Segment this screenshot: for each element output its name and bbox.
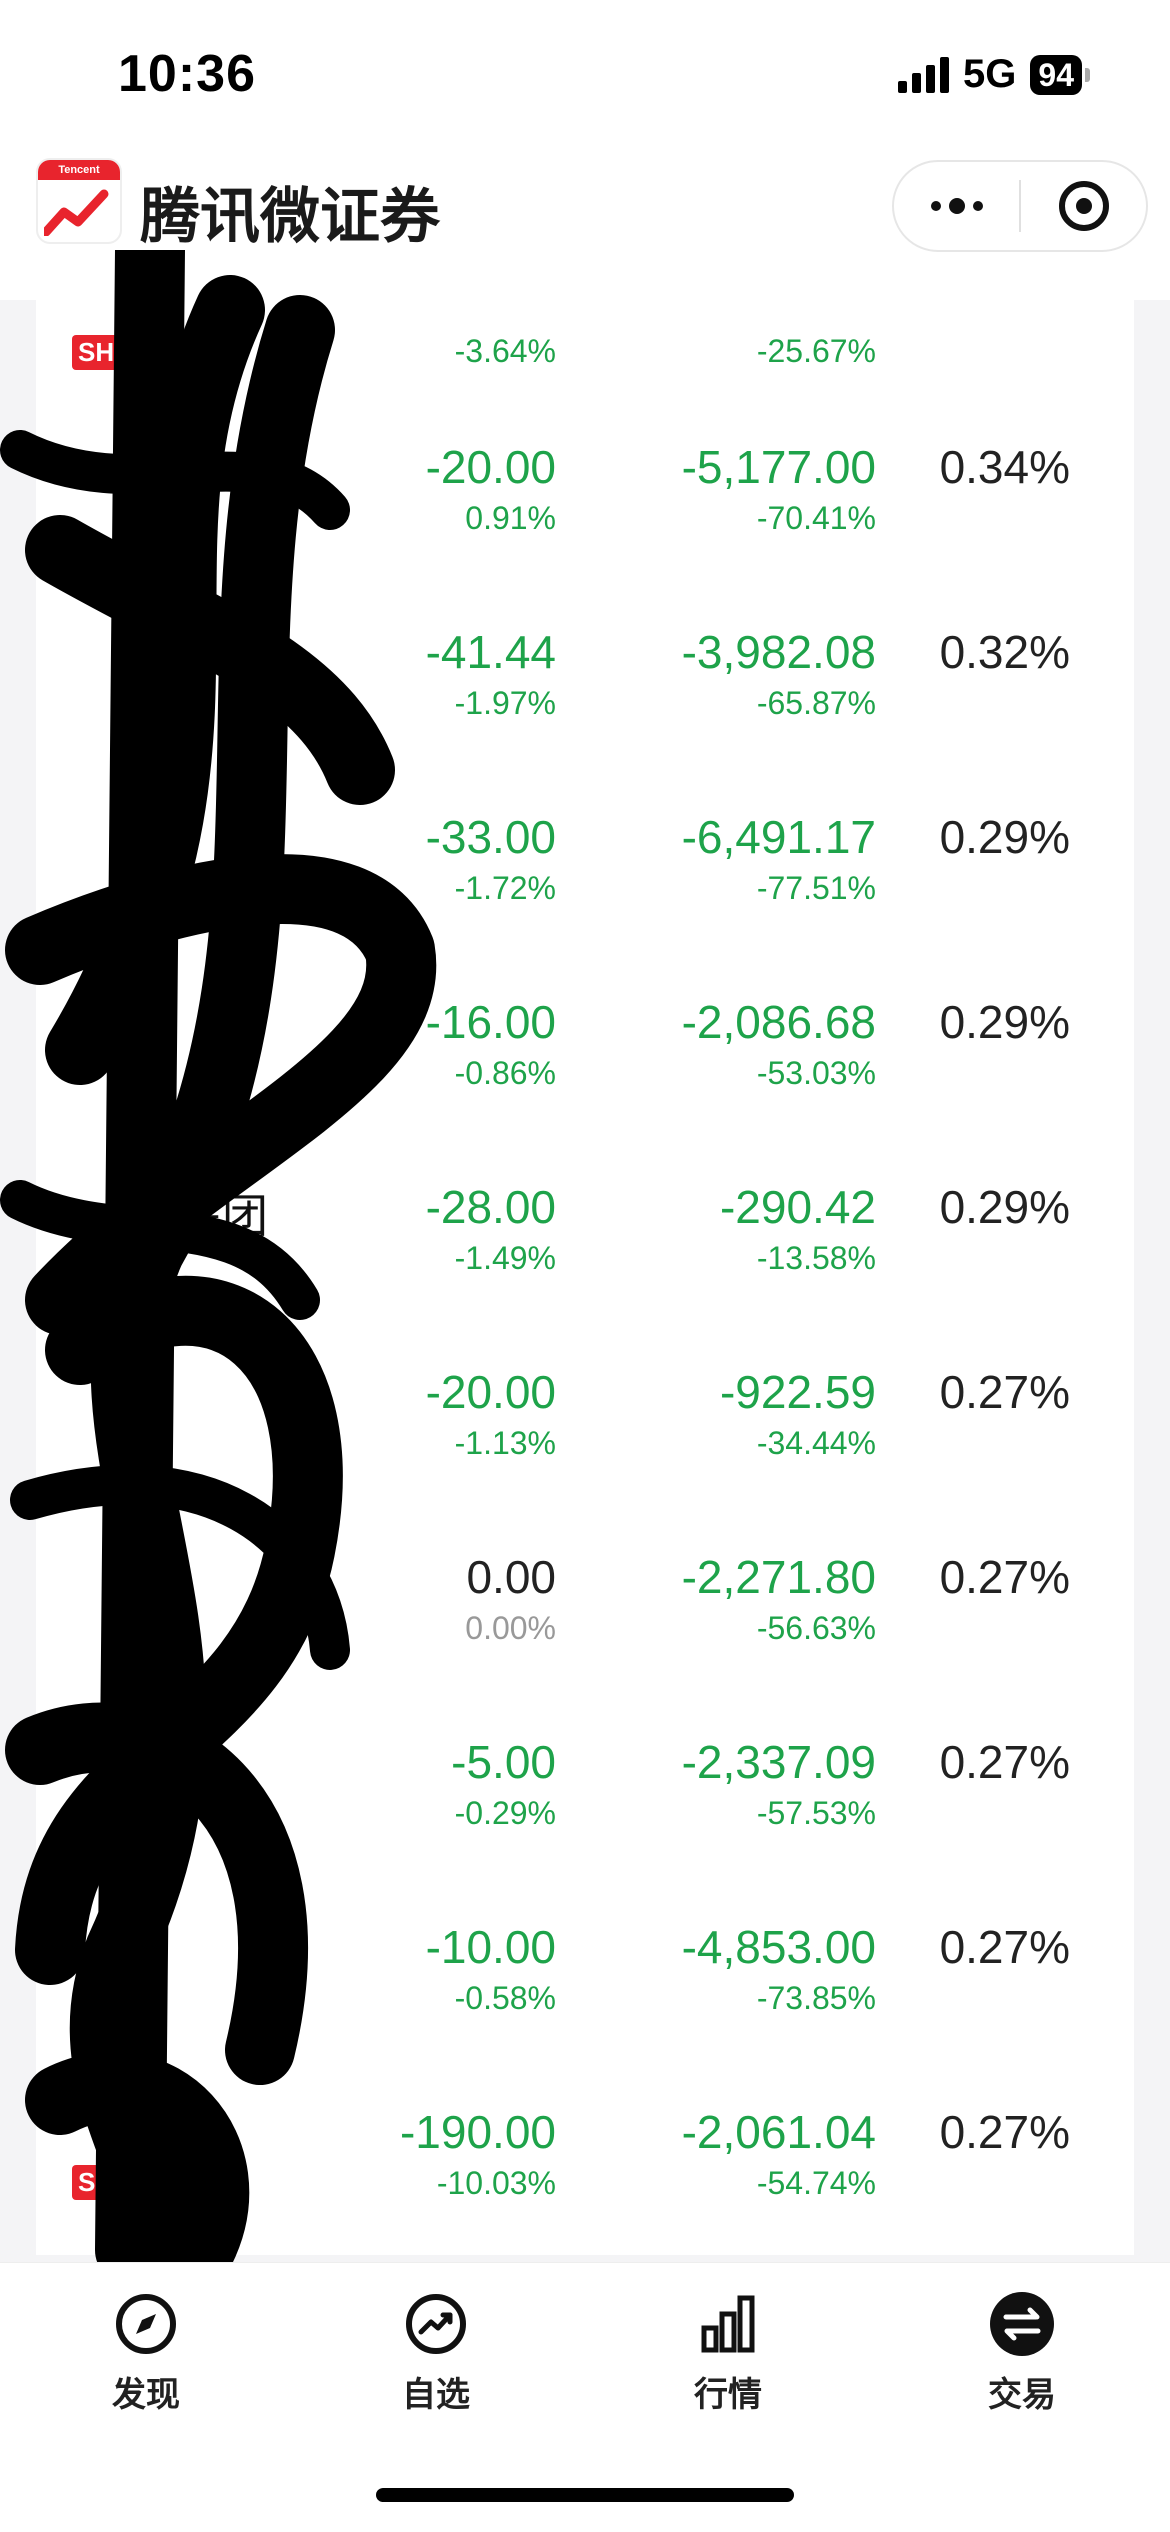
tab-label: 自选 bbox=[402, 2376, 470, 2414]
position-pnl-pct: -73.85% bbox=[756, 1980, 876, 2016]
miniprogram-capsule bbox=[892, 160, 1148, 252]
position-weight: 0.29% bbox=[939, 1181, 1070, 1233]
position-pnl: -2,061.04 bbox=[681, 2106, 876, 2158]
market-badge: SH bbox=[72, 335, 121, 370]
list-item[interactable]: SH -3.64% -25.67% bbox=[36, 300, 1134, 370]
price-change-pct: -1.13% bbox=[454, 1425, 556, 1461]
list-item[interactable]: -41.44 -1.97% -3,982.08 -65.87% 0.32% bbox=[36, 625, 1134, 810]
list-item[interactable]: -16.00 -0.86% -2,086.68 -53.03% 0.29% bbox=[36, 995, 1134, 1180]
tab-market[interactable]: 行情 bbox=[658, 2289, 798, 2416]
price-change-pct: -0.29% bbox=[454, 1795, 556, 1831]
stock-name: 达 bbox=[118, 1375, 164, 1427]
battery-level: 94 bbox=[1030, 54, 1082, 95]
status-bar: 10:36 5G 94 bbox=[0, 0, 1170, 150]
tab-label: 行情 bbox=[694, 2376, 762, 2414]
position-weight: 0.34% bbox=[939, 441, 1070, 493]
close-miniprogram-button[interactable] bbox=[1021, 162, 1146, 250]
price-change: -20.00 bbox=[425, 1366, 556, 1418]
position-weight: 0.27% bbox=[939, 1366, 1070, 1418]
signal-icon bbox=[898, 56, 950, 93]
position-pnl-pct: -77.51% bbox=[756, 870, 876, 906]
price-change: -5.00 bbox=[451, 1736, 556, 1788]
price-change-pct: -1.97% bbox=[454, 685, 556, 721]
price-change-pct: -10.03% bbox=[436, 2165, 556, 2201]
position-pnl: -4,853.00 bbox=[681, 1921, 876, 1973]
stock-name: 集团 bbox=[176, 1190, 268, 1242]
position-pnl-pct: -56.63% bbox=[756, 1610, 876, 1646]
network-type: 5G bbox=[963, 52, 1017, 96]
price-change-pct: 0.91% bbox=[465, 500, 556, 536]
position-weight: 0.27% bbox=[939, 2106, 1070, 2158]
more-icon bbox=[930, 198, 983, 214]
tab-label: 发现 bbox=[112, 2376, 180, 2414]
position-pnl-pct: -34.44% bbox=[756, 1425, 876, 1461]
position-weight: 0.27% bbox=[939, 1736, 1070, 1788]
position-pnl: -2,337.09 bbox=[681, 1736, 876, 1788]
price-change: -20.00 bbox=[425, 441, 556, 493]
app-header: Tencent 腾讯微证券 bbox=[0, 150, 1170, 300]
position-pnl: -2,086.68 bbox=[681, 996, 876, 1048]
price-change: -10.00 bbox=[425, 1921, 556, 1973]
price-change: -41.44 bbox=[425, 626, 556, 678]
tab-watchlist[interactable]: 自选 bbox=[366, 2289, 506, 2416]
position-pnl-pct: -65.87% bbox=[756, 685, 876, 721]
list-item[interactable]: -20.00 0.91% -5,177.00 -70.41% 0.34% bbox=[36, 440, 1134, 625]
position-pnl-pct: -70.41% bbox=[756, 500, 876, 536]
position-pnl: -5,177.00 bbox=[681, 441, 876, 493]
market-badge: SH bbox=[72, 2165, 121, 2200]
swap-icon bbox=[987, 2289, 1057, 2359]
app-title: 腾讯微证券 bbox=[140, 183, 440, 250]
position-pnl: -3,982.08 bbox=[681, 626, 876, 678]
list-item[interactable]: -5.00 -0.29% -2,337.09 -57.53% 0.27% bbox=[36, 1735, 1134, 1920]
position-weight: 0.32% bbox=[939, 626, 1070, 678]
trend-up-icon bbox=[401, 2289, 471, 2359]
tab-trade[interactable]: 交易 bbox=[952, 2289, 1092, 2416]
holdings-list[interactable]: SH -3.64% -25.67% -20.00 0.91% -5,177.00… bbox=[36, 300, 1134, 2255]
position-pnl: -290.42 bbox=[719, 1181, 876, 1233]
position-pnl-pct: -13.58% bbox=[756, 1240, 876, 1276]
target-icon bbox=[1058, 181, 1109, 231]
list-item[interactable]: 份 -33.00 -1.72% -6,491.17 -77.51% 0.29% bbox=[36, 810, 1134, 995]
list-item[interactable]: 达 -20.00 -1.13% -922.59 -34.44% 0.27% bbox=[36, 1365, 1134, 1550]
price-change: 0.00 bbox=[466, 1551, 556, 1603]
price-change-pct: -1.72% bbox=[454, 870, 556, 906]
list-item[interactable]: SH -190.00 -10.03% -2,061.04 -54.74% 0.2… bbox=[36, 2105, 1134, 2255]
battery-icon: 94 bbox=[1030, 54, 1090, 95]
position-pnl-pct: -57.53% bbox=[756, 1795, 876, 1831]
position-weight: 0.27% bbox=[939, 1551, 1070, 1603]
tab-discover[interactable]: 发现 bbox=[76, 2289, 216, 2416]
position-pnl-pct: -53.03% bbox=[756, 1055, 876, 1091]
position-weight: 0.29% bbox=[939, 811, 1070, 863]
logo-text: Tencent bbox=[38, 160, 120, 180]
status-indicators: 5G 94 bbox=[898, 52, 1090, 97]
position-pnl-pct: -54.74% bbox=[756, 2165, 876, 2201]
price-change-pct: -0.86% bbox=[454, 1055, 556, 1091]
position-weight: 0.29% bbox=[939, 996, 1070, 1048]
tab-label: 交易 bbox=[988, 2376, 1056, 2414]
more-button[interactable] bbox=[894, 162, 1019, 250]
list-item[interactable]: 0.00 0.00% -2,271.80 -56.63% 0.27% bbox=[36, 1550, 1134, 1735]
bar-chart-icon bbox=[693, 2289, 763, 2359]
price-change: -33.00 bbox=[425, 811, 556, 863]
stock-name: 份 bbox=[226, 820, 272, 872]
position-weight: 0.27% bbox=[939, 1921, 1070, 1973]
list-item[interactable]: 集团 -28.00 -1.49% -290.42 -13.58% 0.29% bbox=[36, 1180, 1134, 1365]
compass-icon bbox=[111, 2289, 181, 2359]
price-change: -28.00 bbox=[425, 1181, 556, 1233]
list-item[interactable]: -10.00 -0.58% -4,853.00 -73.85% 0.27% bbox=[36, 1920, 1134, 2105]
app-logo: Tencent bbox=[36, 158, 122, 244]
price-change-pct: -0.58% bbox=[454, 1980, 556, 2016]
price-change-pct: -3.64% bbox=[454, 333, 556, 369]
position-pnl: -6,491.17 bbox=[681, 811, 876, 863]
price-change-pct: -1.49% bbox=[454, 1240, 556, 1276]
status-time: 10:36 bbox=[118, 45, 256, 103]
position-pnl: -922.59 bbox=[719, 1366, 876, 1418]
price-change: -190.00 bbox=[399, 2106, 556, 2158]
price-change: -16.00 bbox=[425, 996, 556, 1048]
position-pnl-pct: -25.67% bbox=[756, 333, 876, 369]
home-indicator[interactable] bbox=[376, 2488, 794, 2502]
position-pnl: -2,271.80 bbox=[681, 1551, 876, 1603]
price-change-pct: 0.00% bbox=[465, 1610, 556, 1646]
